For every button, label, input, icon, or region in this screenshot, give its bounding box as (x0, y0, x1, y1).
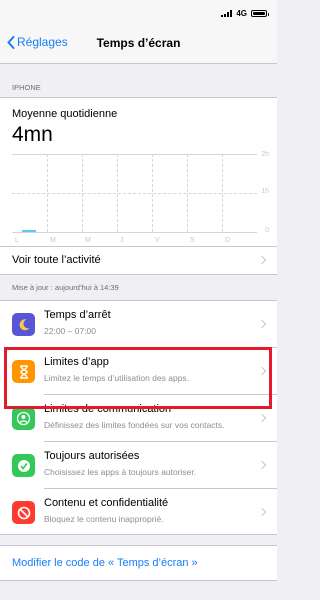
chevron-right-icon (257, 413, 267, 423)
content-privacy-row[interactable]: Contenu et confidentialité Bloquez le co… (0, 489, 277, 536)
always-allowed-title: Toujours autorisées (44, 450, 140, 462)
usage-chart: 2h 1h 0 L M M J V S D (12, 151, 269, 244)
settings-list: Temps d’arrêt 22:00 – 07:00 Limites d’ap… (0, 300, 277, 535)
chart-y-label: 2h (261, 151, 269, 158)
communication-limits-subtitle: Définissez des limites fondées sur vos c… (44, 420, 225, 430)
downtime-row[interactable]: Temps d’arrêt 22:00 – 07:00 (0, 301, 277, 348)
page-title: Temps d’écran (96, 36, 181, 50)
checkmark-icon (12, 454, 35, 477)
chart-baseline (12, 232, 257, 233)
battery-icon (251, 10, 269, 17)
downtime-title: Temps d’arrêt (44, 309, 111, 321)
network-label: 4G (236, 9, 247, 18)
chart-x-label: D (225, 237, 231, 244)
always-allowed-row[interactable]: Toujours autorisées Choisissez les apps … (0, 442, 277, 489)
chart-gridline (12, 154, 257, 155)
chart-day-divider (117, 154, 118, 232)
chart-x-label: S (190, 237, 195, 244)
chart-day-divider (152, 154, 153, 232)
contact-icon (12, 407, 35, 430)
chart-day-divider (82, 154, 83, 232)
status-indicators: 4G (221, 9, 269, 18)
chevron-right-icon (257, 507, 267, 517)
last-update-label: Mise à jour : aujourd’hui à 14:39 (12, 283, 119, 292)
chevron-right-icon (257, 319, 267, 329)
chart-x-label: V (155, 237, 160, 244)
chart-day-divider (187, 154, 188, 232)
chart-x-label: J (120, 237, 124, 244)
see-all-activity-label: Voir toute l’activité (12, 254, 101, 266)
always-allowed-subtitle: Choisissez les apps à toujours autoriser… (44, 467, 197, 477)
chart-x-label: M (50, 237, 56, 244)
change-passcode-row[interactable]: Modifier le code de « Temps d’écran » (0, 545, 277, 581)
chevron-right-icon (257, 460, 267, 470)
see-all-activity-row[interactable]: Voir toute l’activité (0, 246, 277, 272)
navigation-bar: Réglages Temps d’écran (0, 24, 277, 64)
moon-icon (12, 313, 35, 336)
chart-y-label: 1h (261, 188, 269, 195)
change-passcode-link[interactable]: Modifier le code de « Temps d’écran » (12, 557, 198, 569)
chart-day-divider (47, 154, 48, 232)
downtime-subtitle: 22:00 – 07:00 (44, 326, 96, 336)
content-privacy-title: Contenu et confidentialité (44, 497, 169, 509)
block-icon (12, 501, 35, 524)
content-privacy-subtitle: Bloquez le contenu inapproprié. (44, 514, 164, 524)
chart-x-label: M (85, 237, 91, 244)
average-value: 4mn (12, 123, 53, 146)
chart-y-label: 0 (265, 227, 269, 234)
chevron-right-icon (257, 255, 267, 265)
bottom-spacer (0, 588, 277, 600)
usage-card: Moyenne quotidienne 4mn 2h 1h 0 L M M J … (0, 97, 277, 275)
chart-x-label: L (15, 237, 19, 244)
signal-icon (221, 10, 233, 17)
status-bar: 4G (0, 0, 277, 24)
chart-bar (22, 230, 36, 232)
highlight-box (4, 347, 272, 409)
average-label: Moyenne quotidienne (12, 108, 118, 120)
chart-gridline (12, 193, 257, 194)
chart-day-divider (222, 154, 223, 232)
section-label-device: IPHONE (12, 83, 41, 92)
